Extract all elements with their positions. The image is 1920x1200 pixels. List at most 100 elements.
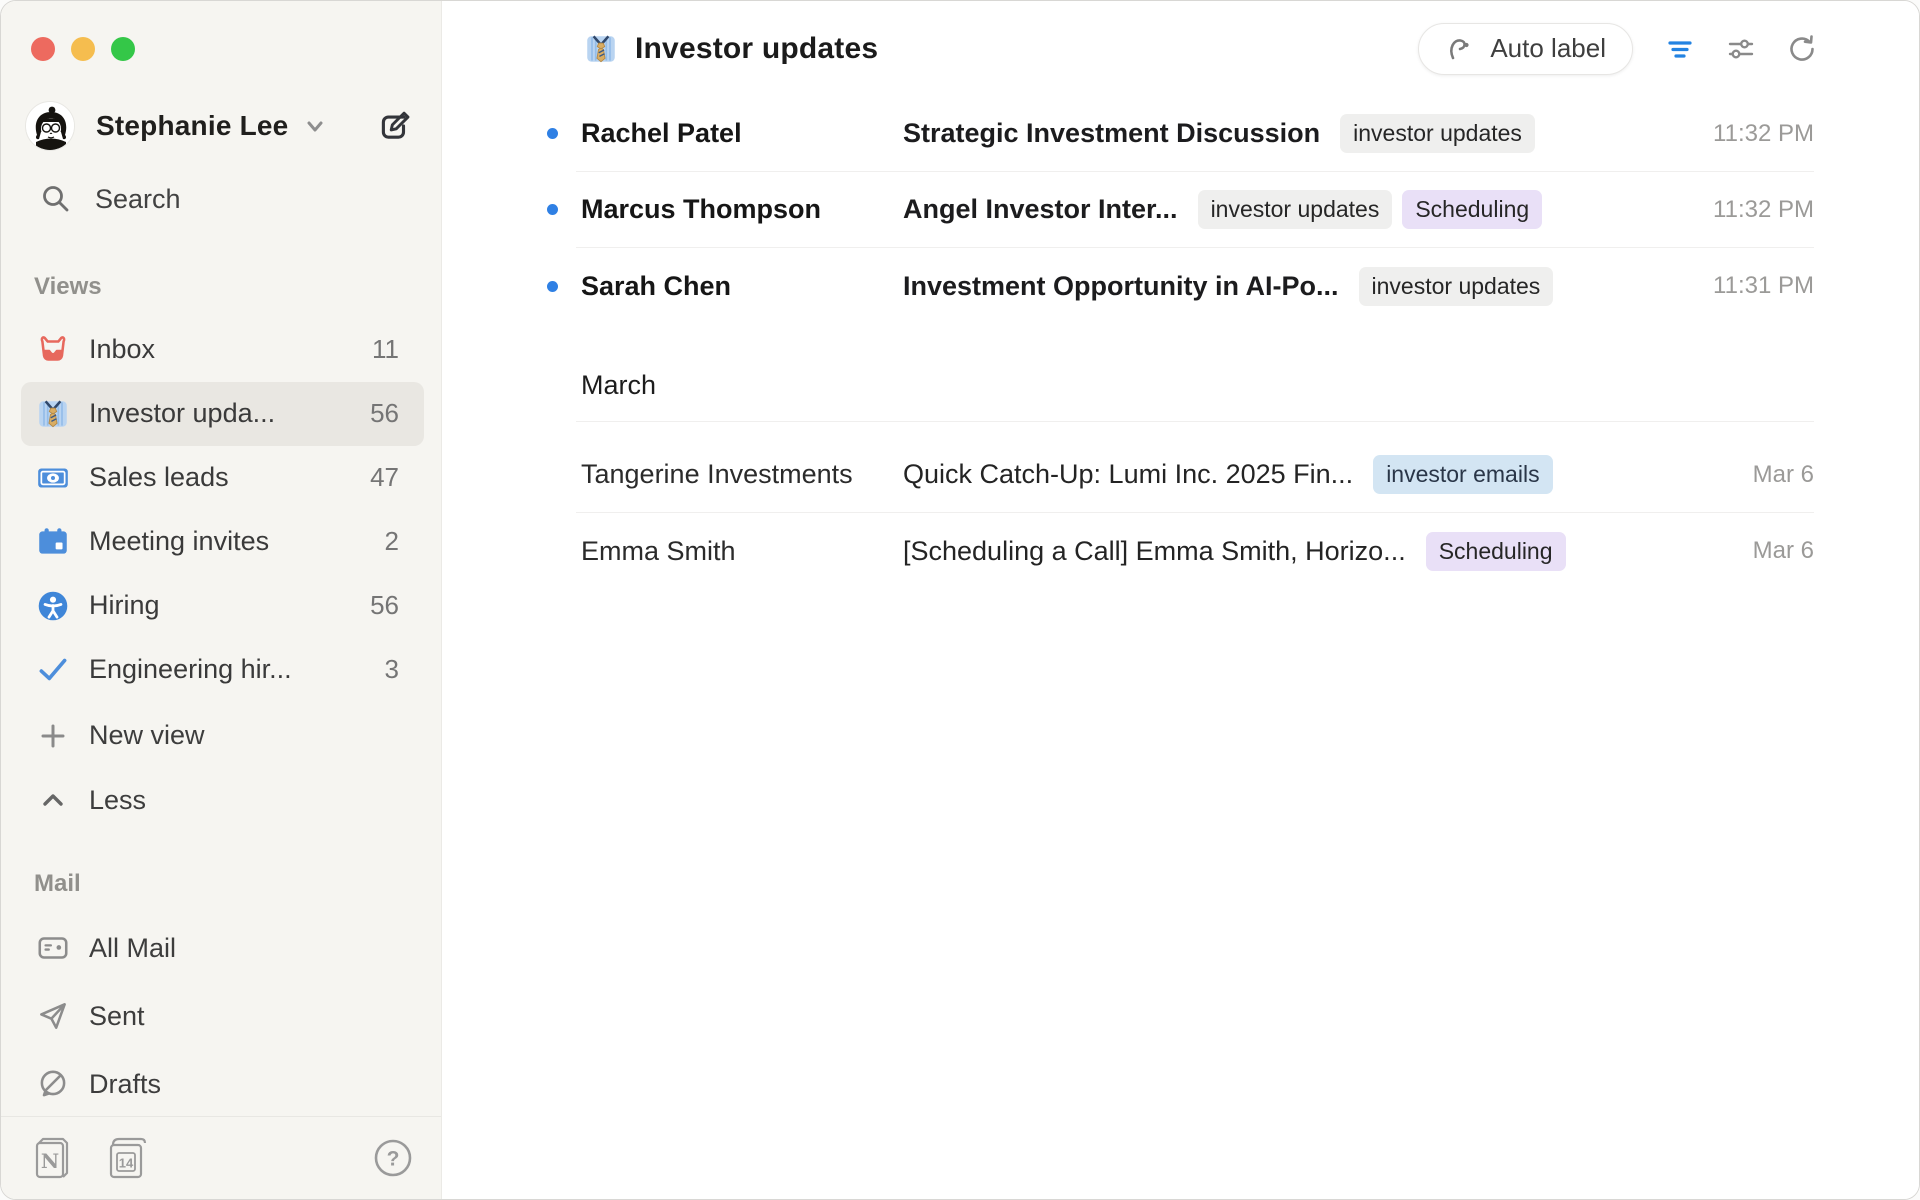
sidebar-footer: N 14 ? <box>1 1116 441 1199</box>
new-view-label: New view <box>89 720 205 751</box>
sidebar-item-label: Investor upda... <box>89 398 275 429</box>
email-tags: investor updates <box>1340 114 1535 153</box>
display-settings-icon[interactable] <box>1724 32 1758 66</box>
email-tag[interactable]: investor emails <box>1373 455 1552 494</box>
minimize-button[interactable] <box>71 37 95 61</box>
march-group: Tangerine Investments Quick Catch-Up: Lu… <box>576 437 1814 589</box>
window-controls <box>1 1 441 61</box>
sidebar-item-count: 2 <box>385 526 399 557</box>
sidebar-item-engineering-hiring[interactable]: Engineering hir... 3 <box>21 638 424 702</box>
email-list: Rachel Patel Strategic Investment Discus… <box>576 96 1814 589</box>
email-tags: investor updates <box>1359 267 1554 306</box>
sidebar-item-count: 56 <box>370 590 399 621</box>
email-subject: Angel Investor Inter... <box>903 194 1178 225</box>
sidebar-item-label: Engineering hir... <box>89 654 292 685</box>
sidebar-item-all-mail[interactable]: All Mail <box>21 916 424 980</box>
zoom-button[interactable] <box>111 37 135 61</box>
email-time: 11:31 PM <box>1713 272 1814 300</box>
sidebar-item-label: Sent <box>89 1001 145 1032</box>
sidebar-item-label: Inbox <box>89 334 155 365</box>
notion-calendar-icon[interactable]: 14 <box>105 1135 149 1181</box>
svg-text:?: ? <box>387 1148 400 1171</box>
group-label-text: March <box>576 370 656 401</box>
notion-app-icon[interactable]: N <box>31 1135 71 1181</box>
group-header-march: March <box>576 324 1814 422</box>
main-pane: Investor updates Auto label <box>442 1 1919 1199</box>
email-tag[interactable]: investor updates <box>1359 267 1554 306</box>
person-circle-icon <box>34 587 72 625</box>
necktie-icon <box>34 395 72 433</box>
email-row[interactable]: Emma Smith [Scheduling a Call] Emma Smit… <box>576 513 1814 589</box>
search-label: Search <box>95 184 181 215</box>
email-tags: investor updates Scheduling <box>1198 190 1543 229</box>
views-list: Inbox 11 Investor upda... 56 <box>1 318 441 702</box>
email-row[interactable]: Tangerine Investments Quick Catch-Up: Lu… <box>576 437 1814 513</box>
svg-text:N: N <box>41 1149 59 1173</box>
sidebar: Stephanie Lee Search Views <box>1 1 442 1199</box>
email-sender: Emma Smith <box>576 536 903 567</box>
plus-icon <box>34 717 72 755</box>
filter-icon[interactable] <box>1663 32 1697 66</box>
search-icon <box>39 182 73 216</box>
new-view-button[interactable]: New view <box>21 706 424 766</box>
necktie-icon <box>583 31 619 67</box>
sidebar-item-sent[interactable]: Sent <box>21 984 424 1048</box>
sidebar-item-sales-leads[interactable]: Sales leads 47 <box>21 446 424 510</box>
less-button[interactable]: Less <box>21 770 424 830</box>
sidebar-item-label: Sales leads <box>89 462 229 493</box>
checkmark-icon <box>34 651 72 689</box>
email-tag[interactable]: investor updates <box>1340 114 1535 153</box>
view-header: Investor updates Auto label <box>442 1 1919 96</box>
email-row[interactable]: Rachel Patel Strategic Investment Discus… <box>576 96 1814 172</box>
account-name: Stephanie Lee <box>96 110 288 142</box>
email-subject: Investment Opportunity in AI-Po... <box>903 271 1339 302</box>
unread-indicator <box>547 128 558 139</box>
refresh-icon[interactable] <box>1785 32 1819 66</box>
auto-label-button[interactable]: Auto label <box>1418 23 1633 75</box>
mail-section-label: Mail <box>34 865 441 903</box>
avatar <box>25 101 75 151</box>
calendar-icon <box>34 523 72 561</box>
email-time: Mar 6 <box>1753 461 1814 489</box>
mail-list: All Mail Sent Drafts <box>1 912 441 1116</box>
sidebar-item-label: Hiring <box>89 590 160 621</box>
less-label: Less <box>89 785 146 816</box>
email-tag[interactable]: Scheduling <box>1426 532 1566 571</box>
email-sender: Tangerine Investments <box>576 459 903 490</box>
email-tags: investor emails <box>1373 455 1552 494</box>
email-subject: Strategic Investment Discussion <box>903 118 1320 149</box>
sidebar-item-inbox[interactable]: Inbox 11 <box>21 318 424 382</box>
email-row[interactable]: Sarah Chen Investment Opportunity in AI-… <box>576 248 1814 324</box>
app-window: Stephanie Lee Search Views <box>0 0 1920 1200</box>
views-section-label: Views <box>34 273 441 301</box>
email-subject: [Scheduling a Call] Emma Smith, Horizo..… <box>903 536 1406 567</box>
page-title: Investor updates <box>635 32 878 66</box>
all-mail-icon <box>34 929 72 967</box>
sidebar-item-count: 47 <box>370 462 399 493</box>
sidebar-item-label: All Mail <box>89 933 176 964</box>
compose-button[interactable] <box>372 104 416 148</box>
send-icon <box>34 997 72 1035</box>
close-button[interactable] <box>31 37 55 61</box>
sidebar-item-label: Drafts <box>89 1069 161 1100</box>
email-tag[interactable]: Scheduling <box>1402 190 1542 229</box>
unread-indicator <box>547 204 558 215</box>
sidebar-item-investor-updates[interactable]: Investor upda... 56 <box>21 382 424 446</box>
search-button[interactable]: Search <box>25 173 421 226</box>
sidebar-item-meeting-invites[interactable]: Meeting invites 2 <box>21 510 424 574</box>
account-switcher[interactable]: Stephanie Lee <box>25 101 416 151</box>
sidebar-item-count: 11 <box>372 334 399 365</box>
email-sender: Marcus Thompson <box>576 194 903 225</box>
help-icon[interactable]: ? <box>371 1136 415 1180</box>
sidebar-item-hiring[interactable]: Hiring 56 <box>21 574 424 638</box>
email-tag[interactable]: investor updates <box>1198 190 1393 229</box>
email-time: Mar 6 <box>1753 537 1814 565</box>
sidebar-item-count: 3 <box>385 654 399 685</box>
sidebar-item-drafts[interactable]: Drafts <box>21 1052 424 1116</box>
chevron-down-icon <box>302 113 328 139</box>
email-subject: Quick Catch-Up: Lumi Inc. 2025 Fin... <box>903 459 1353 490</box>
email-sender: Sarah Chen <box>576 271 903 302</box>
auto-label-text: Auto label <box>1490 33 1606 64</box>
email-row[interactable]: Marcus Thompson Angel Investor Inter... … <box>576 172 1814 248</box>
banknote-icon <box>34 459 72 497</box>
